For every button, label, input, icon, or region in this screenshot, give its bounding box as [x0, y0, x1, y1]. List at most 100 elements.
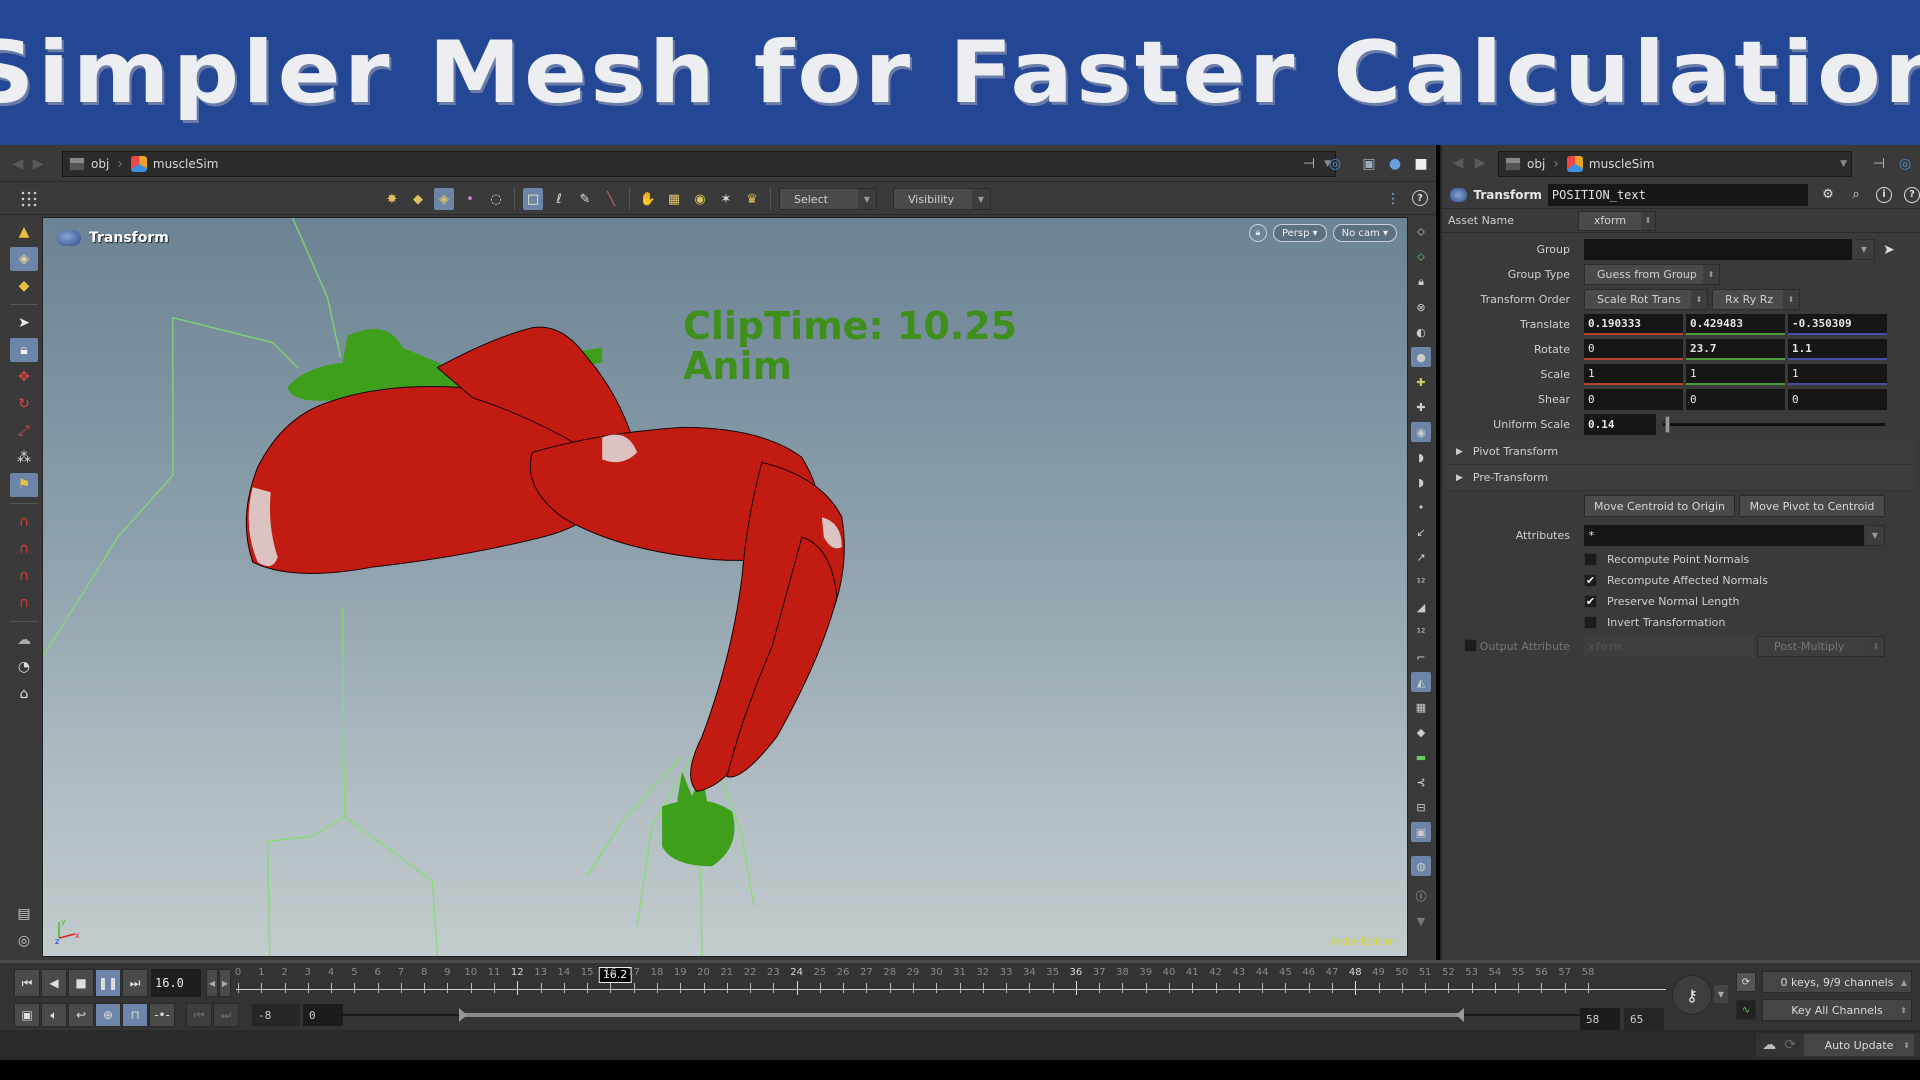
display-options-toggle-icon[interactable]: ⋮ [1384, 190, 1402, 208]
snap-point-icon[interactable]: ∩ [10, 564, 38, 588]
template-icon[interactable]: ◗ [1411, 472, 1431, 492]
rotation-order-select[interactable]: Rx Ry Rz ⬍ [1712, 289, 1800, 310]
group-field[interactable] [1584, 239, 1852, 260]
jump-to-end-icon[interactable]: ⏭ [122, 969, 148, 997]
object-mode-icon[interactable]: ✸ [382, 188, 402, 210]
shading-mode-icon[interactable]: ◉ [1411, 422, 1431, 442]
point-number-icon[interactable]: ¹² [1411, 572, 1431, 592]
attributes-field[interactable]: * [1584, 524, 1864, 546]
ground-icon[interactable]: ◆ [1411, 722, 1431, 742]
checkbox-row[interactable]: ✔ Preserve Normal Length [1442, 591, 1920, 612]
output-attribute-toggle[interactable] [1464, 639, 1477, 652]
refresh-icon[interactable]: ⟳ [1784, 1037, 1796, 1053]
loop-mode-icon[interactable]: ↩ [68, 1003, 94, 1027]
info-icon[interactable]: i [1876, 186, 1892, 203]
view-tool-icon[interactable]: ◔ [10, 655, 38, 679]
ghost-icon[interactable]: ◐ [1411, 322, 1431, 342]
select-geometry-arrow-icon[interactable]: ➤ [1883, 242, 1895, 258]
checkbox-row[interactable]: ✔ Recompute Affected Normals [1442, 570, 1920, 591]
checkbox-row[interactable]: Recompute Point Normals [1442, 549, 1920, 570]
move-pivot-button[interactable]: Move Pivot to Centroid [1739, 495, 1885, 517]
brush-select-icon[interactable]: ✎ [575, 188, 595, 210]
pin-view-icon[interactable]: ◍ [1411, 856, 1431, 876]
laser-select-icon[interactable]: ╲ [601, 188, 621, 210]
range-slider-fill[interactable] [458, 1013, 1464, 1017]
performance-monitor-icon[interactable]: ☁ [1762, 1037, 1776, 1053]
step-forward-icon[interactable]: ▶ [219, 969, 231, 997]
checkbox-row[interactable]: Invert Transformation [1442, 612, 1920, 633]
rotate-z-field[interactable]: 1.1 [1788, 339, 1887, 360]
channel-graph-icon[interactable]: ∿ [1736, 1000, 1756, 1020]
3d-viewport[interactable]: Transform 🔒︎ Persp ▾ No cam ▾ ClipTime: … [42, 217, 1408, 957]
crumb-musclesim[interactable]: muscleSim [130, 156, 227, 172]
range-end-field[interactable]: 65 [1624, 1008, 1664, 1030]
forward-arrow-icon[interactable]: ▶ [28, 156, 48, 172]
attributes-menu-button[interactable]: ▼ [1866, 524, 1885, 546]
preserve-normal-length-checkbox[interactable]: ✔ [1584, 595, 1597, 608]
scale-y-field[interactable]: 1 [1686, 364, 1785, 385]
render-icon[interactable]: ◎ [10, 929, 38, 953]
step-back-icon[interactable]: ◀ [206, 969, 218, 997]
output-attribute-field[interactable]: xform [1584, 635, 1754, 657]
translate-y-field[interactable]: 0.429483 [1686, 314, 1785, 335]
invert-transformation-checkbox[interactable] [1584, 616, 1597, 629]
select-dropdown[interactable]: Select ▼ [779, 188, 877, 210]
asset-name-select[interactable]: xform ⬍ [1578, 210, 1656, 231]
camera-menu-button[interactable]: No cam ▾ [1332, 224, 1397, 242]
vertex-mode-icon[interactable]: • [460, 188, 480, 210]
uniform-scale-slider[interactable] [1663, 414, 1885, 435]
jump-to-start-icon[interactable]: ⏮ [14, 969, 40, 997]
lock-view-icon[interactable]: 🔒︎ [1411, 272, 1431, 292]
pin-icon[interactable]: ⊣ [1300, 155, 1318, 173]
update-mode-select[interactable]: Auto Update ⬍ [1804, 1034, 1914, 1056]
pause-icon[interactable]: ❚❚ [95, 969, 121, 997]
key-mode-select[interactable]: Key All Channels ⬍ [1762, 999, 1912, 1021]
prim-number-icon[interactable]: ¹² [1411, 622, 1431, 642]
box-select-icon[interactable]: □ [523, 188, 543, 210]
vertex-normal-icon[interactable]: ↗ [1411, 547, 1431, 567]
uniform-scale-field[interactable]: 0.14 [1584, 414, 1656, 435]
select-visible-icon[interactable]: ✋ [638, 188, 658, 210]
forward-arrow-icon[interactable]: ▶ [1470, 155, 1490, 171]
lock-selection-icon[interactable]: 🔒︎ [10, 338, 38, 362]
range-start-handle[interactable] [458, 1008, 467, 1022]
link-icon[interactable]: ◎ [1896, 155, 1914, 173]
translate-x-field[interactable]: 0.190333 [1584, 314, 1683, 335]
select-connected-icon[interactable]: ◉ [690, 188, 710, 210]
shear-z-field[interactable]: 0 [1788, 389, 1887, 410]
range-start-field[interactable]: -8 [252, 1004, 300, 1026]
handle-tool-icon[interactable]: ⚑ [10, 473, 38, 497]
grid-display-icon[interactable]: ⬦ [1411, 222, 1431, 242]
snap-curve-icon[interactable]: ∩ [10, 537, 38, 561]
recompute-affected-normals-checkbox[interactable]: ✔ [1584, 574, 1597, 587]
pin-icon[interactable]: ⊣ [1870, 155, 1888, 173]
display-options-icon[interactable]: ▣ [1360, 155, 1378, 173]
help-icon[interactable]: ? [1904, 186, 1920, 203]
audio-icon[interactable]: 🔈︎ [41, 1003, 67, 1027]
crumb-musclesim[interactable]: muscleSim [1566, 156, 1663, 172]
scope-icon[interactable]: -•- [149, 1003, 175, 1027]
move-tool-icon[interactable]: ✥ [10, 365, 38, 389]
visibility-dropdown[interactable]: Visibility ▼ [893, 188, 991, 210]
playback-end-field[interactable]: 58 [1580, 1008, 1620, 1030]
render-region-icon[interactable]: ⌂ [10, 682, 38, 706]
visible-objects-icon[interactable]: ◗ [1411, 447, 1431, 467]
realtime-toggle-icon[interactable]: ⊕ [95, 1003, 121, 1027]
handle-context-icon[interactable]: ◆ [10, 274, 38, 298]
persp-menu[interactable]: Persp ▾ [1272, 224, 1327, 242]
crumb-obj[interactable]: obj [69, 157, 117, 171]
current-frame-field[interactable]: 16.0 [151, 969, 201, 997]
geometry-context-icon[interactable]: ◈ [10, 247, 38, 271]
snap-grid-icon[interactable]: ∩ [10, 510, 38, 534]
move-centroid-button[interactable]: Move Centroid to Origin [1584, 495, 1735, 517]
transform-node-icon[interactable] [1450, 187, 1468, 202]
pane-menu-icon[interactable] [20, 190, 38, 208]
scale-z-field[interactable]: 1 [1788, 364, 1887, 385]
range-mode-icon[interactable]: ⊓ [122, 1003, 148, 1027]
lock-camera-icon[interactable]: 🔒︎ [1248, 224, 1267, 242]
view-mode-icon[interactable]: ▲ [10, 220, 38, 244]
scroll-down-icon[interactable]: ▼ [1411, 911, 1431, 931]
node-name-field[interactable]: POSITION_text [1547, 183, 1808, 206]
select-children-icon[interactable]: ♛ [742, 188, 762, 210]
select-groups-icon[interactable]: ▦ [664, 188, 684, 210]
